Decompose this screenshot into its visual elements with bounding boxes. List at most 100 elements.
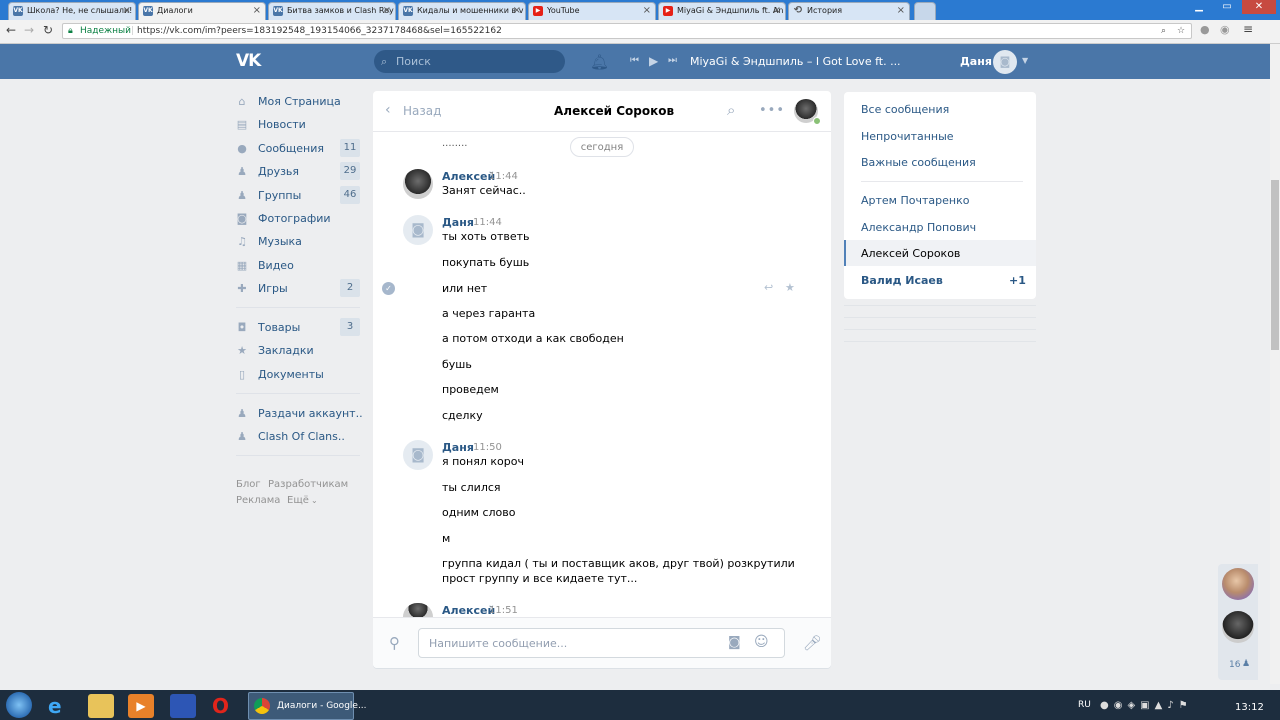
play-icon[interactable]: ▶︎	[649, 54, 658, 68]
previous-track-icon[interactable]: ⏮︎	[630, 55, 639, 66]
sidebar-item-games[interactable]: ✚ Игры 2	[236, 279, 360, 299]
microphone-icon[interactable]: 🎤︎	[803, 634, 822, 652]
scrollbar-thumb[interactable]	[1271, 180, 1279, 350]
message-text: прост группу и все кидаете тут...	[442, 572, 638, 585]
forward-arrow-icon[interactable]: →	[24, 23, 34, 37]
sidebar-item-group-accounts[interactable]: ♟ Раздачи аккаунт..	[236, 404, 363, 424]
extension-icon[interactable]: ◉	[1220, 23, 1230, 36]
sidebar-item-friends[interactable]: ♟ Друзья 29	[236, 162, 360, 182]
selected-check-icon[interactable]: ✓	[382, 282, 395, 295]
internet-explorer-icon[interactable]: e	[48, 694, 74, 718]
media-player-icon[interactable]: ▶	[128, 694, 154, 718]
close-tab-icon[interactable]: ×	[253, 3, 261, 19]
author-avatar[interactable]	[403, 169, 433, 199]
file-explorer-icon[interactable]	[88, 694, 114, 718]
emoji-smile-icon[interactable]: ☺	[754, 634, 769, 650]
more-actions-icon[interactable]: •••	[759, 103, 785, 118]
browser-tab[interactable]: ⟲ История ×	[788, 2, 910, 20]
close-tab-icon[interactable]: ×	[513, 3, 521, 19]
reload-icon[interactable]: ↻	[43, 23, 53, 37]
footer-link-blog[interactable]: Блог	[236, 479, 261, 490]
chat-title[interactable]: Алексей Сороков	[554, 104, 674, 118]
close-window-icon[interactable]: ✕	[1242, 0, 1276, 14]
message-author[interactable]: Алексей	[442, 604, 495, 617]
chevron-down-icon[interactable]: ▼	[1022, 56, 1028, 65]
chevron-left-icon[interactable]: ‹	[385, 102, 391, 118]
minimize-icon[interactable]: ▁	[1186, 0, 1212, 14]
close-tab-icon[interactable]: ×	[897, 3, 905, 19]
browser-tab[interactable]: VK Кидалы и мошенники в v ×	[398, 2, 526, 20]
back-arrow-icon[interactable]: ←	[6, 23, 16, 37]
taskbar-active-window[interactable]: Диалоги - Google...	[248, 692, 367, 720]
messages-icon: ●	[237, 142, 247, 155]
page-scrollbar[interactable]	[1270, 44, 1280, 684]
opera-icon[interactable]: O	[212, 694, 238, 718]
message-input[interactable]: Напишите сообщение... ◙ ☺	[418, 628, 785, 658]
browser-tab[interactable]: VK Битва замков и Clash Roy ×	[268, 2, 396, 20]
language-indicator[interactable]: RU	[1078, 700, 1091, 710]
footer-link-developers[interactable]: Разработчикам	[268, 479, 348, 490]
camera-avatar-icon[interactable]: ◙	[403, 215, 433, 245]
online-count[interactable]: 16	[1229, 660, 1240, 670]
sidebar-item-music[interactable]: ♫ Музыка	[236, 232, 360, 252]
chrome-menu-icon[interactable]: ≡	[1243, 22, 1253, 36]
search-icon[interactable]: ⌕	[727, 101, 735, 119]
user-avatar-camera-icon[interactable]: ◙	[993, 50, 1017, 74]
sidebar-item-messages[interactable]: ● Сообщения 11	[236, 139, 360, 159]
filter-unread[interactable]: Непрочитанные	[861, 130, 954, 143]
message-author[interactable]: Даня	[442, 216, 474, 229]
reply-icon[interactable]: ↩	[764, 281, 773, 294]
camera-icon[interactable]: ◙	[728, 635, 741, 650]
vk-logo[interactable]: VK	[236, 51, 261, 71]
now-playing-text[interactable]: MiyaGi & Эндшпиль – I Got Love ft. ...	[690, 55, 901, 68]
footer-link-ads[interactable]: Реклама	[236, 495, 280, 506]
dialog-item-unread[interactable]: Валид Исаев	[861, 274, 943, 287]
maximize-icon[interactable]: ▭	[1214, 0, 1240, 14]
extension-icon[interactable]: ●	[1200, 23, 1210, 36]
footer-link-more[interactable]: Ещё	[287, 495, 309, 506]
zoom-icon[interactable]: ⌕	[1161, 24, 1166, 38]
close-tab-icon[interactable]: ×	[383, 3, 391, 19]
sidebar-divider	[236, 393, 360, 394]
browser-tab[interactable]: ▶ MiyaGi & Эндшпиль ft. An ×	[658, 2, 786, 20]
sidebar-item-my-page[interactable]: ⌂ Моя Страница	[236, 92, 360, 112]
close-tab-icon[interactable]: ×	[773, 3, 781, 19]
clock[interactable]: 13:12	[1235, 702, 1264, 713]
start-button[interactable]	[6, 692, 32, 718]
dialog-item[interactable]: Александр Попович	[861, 221, 976, 234]
bookmark-star-icon[interactable]: ☆	[1177, 24, 1185, 38]
search-input[interactable]: ⌕ Поиск	[374, 50, 565, 73]
attach-paperclip-icon[interactable]: ⚲	[389, 634, 400, 652]
browser-tab[interactable]: VK Школа? Не, не слышали! ×	[8, 2, 136, 20]
sidebar-item-video[interactable]: ▦ Видео	[236, 256, 360, 276]
address-bar[interactable]: 🔒︎ Надежный | https://vk.com/im?peers=18…	[62, 23, 1192, 39]
sidebar-item-group-clash[interactable]: ♟ Clash Of Clans..	[236, 427, 360, 447]
filter-all-messages[interactable]: Все сообщения	[861, 103, 949, 116]
message-author[interactable]: Алексей	[442, 170, 495, 183]
browser-tab-active[interactable]: VK Диалоги ×	[138, 2, 266, 20]
star-icon[interactable]: ★	[785, 281, 795, 294]
user-name[interactable]: Даня	[960, 55, 992, 68]
filter-important[interactable]: Важные сообщения	[861, 156, 976, 169]
notifications-bell-icon[interactable]: 🔔︎	[590, 53, 609, 71]
floppy-app-icon[interactable]	[170, 694, 196, 718]
back-button[interactable]: Назад	[403, 104, 441, 118]
message-author[interactable]: Даня	[442, 441, 474, 454]
tray-icons[interactable]: ●◉◈▣▲♪⚑	[1100, 700, 1193, 711]
sidebar-item-market[interactable]: ◘ Товары 3	[236, 318, 360, 338]
dialog-item[interactable]: Артем Почтаренко	[861, 194, 969, 207]
close-tab-icon[interactable]: ×	[643, 3, 651, 19]
next-track-icon[interactable]: ⏭︎	[668, 55, 677, 66]
new-tab-button[interactable]	[914, 2, 936, 20]
browser-tab[interactable]: ▶ YouTube ×	[528, 2, 656, 20]
sidebar-item-photos[interactable]: ◙ Фотографии	[236, 209, 360, 229]
sidebar-item-news[interactable]: ▤ Новости	[236, 115, 360, 135]
close-tab-icon[interactable]: ×	[123, 3, 131, 19]
sidebar-item-documents[interactable]: ▯ Документы	[236, 365, 360, 385]
sidebar-item-label: Друзья	[258, 165, 300, 178]
camera-avatar-icon[interactable]: ◙	[403, 440, 433, 470]
sidebar-item-groups[interactable]: ♟ Группы 46	[236, 186, 360, 206]
sidebar-item-bookmarks[interactable]: ★ Закладки	[236, 341, 360, 361]
friend-avatar[interactable]	[1222, 568, 1254, 600]
friend-avatar[interactable]	[1222, 611, 1254, 643]
